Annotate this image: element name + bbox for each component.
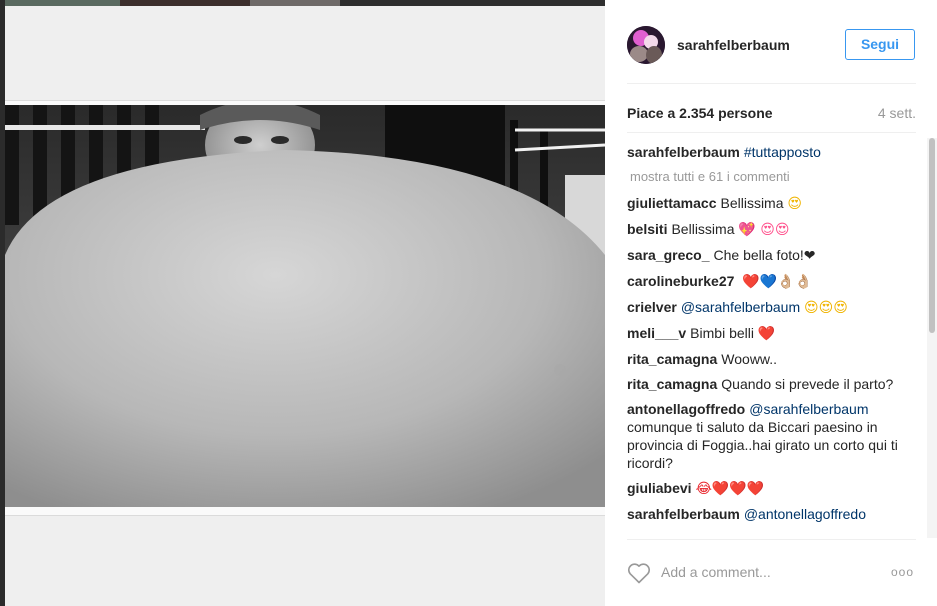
comment-username[interactable]: giuliabevi	[627, 480, 692, 496]
scrollbar-thumb[interactable]	[929, 138, 935, 333]
avatar[interactable]	[627, 26, 665, 64]
divider	[627, 132, 916, 133]
post-timestamp[interactable]: 4 sett.	[878, 105, 916, 121]
comment-username[interactable]: meli___v	[627, 325, 686, 341]
comment-emoji: 💖 😍😍	[738, 222, 790, 238]
more-options-icon[interactable]: ooo	[891, 565, 917, 579]
comment-item: rita_camagna Wooww..	[627, 350, 917, 368]
comment-item: giuliettamacc Bellissima 😍	[627, 194, 917, 213]
comment-text: Che bella foto!❤	[713, 247, 816, 263]
comment-username[interactable]: carolineburke27	[627, 273, 734, 289]
comment-input[interactable]	[661, 560, 861, 584]
comment-item: carolineburke27 ❤️💙👌🏼👌🏼	[627, 272, 917, 291]
caption: sarahfelberbaum #tuttapposto	[627, 143, 917, 161]
heart-icon[interactable]	[627, 562, 651, 584]
comment-username[interactable]: giuliettamacc	[627, 195, 716, 211]
photo-pane	[0, 0, 605, 606]
load-more-comments[interactable]: mostra tutti e 61 i commenti	[630, 168, 917, 186]
comment-emoji: 😍	[787, 196, 802, 212]
comment-username[interactable]: belsiti	[627, 221, 667, 237]
comment-text: Wooww..	[721, 351, 778, 367]
comment-bar: ooo	[605, 540, 937, 606]
comment-text: Bellissima	[720, 195, 784, 211]
photo-frame	[5, 100, 605, 516]
comment-item: sarahfelberbaum @antonellagoffredo	[627, 505, 917, 523]
comment-mention[interactable]: @sarahfelberbaum	[749, 401, 868, 417]
hashtag-link[interactable]: #tuttapposto	[744, 144, 821, 160]
comment-emoji: 😂❤️❤️❤️	[695, 481, 765, 497]
post-details: sarahfelberbaum Segui Piace a 2.354 pers…	[605, 0, 937, 606]
background-strip	[0, 0, 605, 6]
comments-scrollbar[interactable]	[927, 138, 937, 538]
follow-button[interactable]: Segui	[845, 29, 915, 60]
comment-username[interactable]: rita_camagna	[627, 351, 717, 367]
comment-item: crielver @sarahfelberbaum 😍😍😍	[627, 298, 917, 317]
comment-username[interactable]: sarahfelberbaum	[627, 506, 740, 522]
post-photo[interactable]	[5, 105, 605, 507]
likes-row: Piace a 2.354 persone 4 sett.	[627, 105, 916, 121]
comment-emoji: ❤️💙👌🏼👌🏼	[742, 274, 813, 290]
comment-mention[interactable]: @antonellagoffredo	[744, 506, 866, 522]
comment-username[interactable]: rita_camagna	[627, 376, 717, 392]
comment-emoji: ❤️	[757, 326, 776, 342]
comment-text: Bimbi belli	[690, 325, 754, 341]
comment-username[interactable]: antonellagoffredo	[627, 401, 745, 417]
comment-item: giuliabevi 😂❤️❤️❤️	[627, 479, 917, 498]
comment-item: rita_camagna Quando si prevede il parto?	[627, 375, 917, 393]
post-header: sarahfelberbaum Segui	[605, 0, 937, 84]
comment-username[interactable]: crielver	[627, 299, 677, 315]
comment-emoji: 😍😍😍	[804, 300, 848, 316]
comment-item: antonellagoffredo @sarahfelberbaum comunq…	[627, 400, 917, 472]
comment-username[interactable]: sara_greco_	[627, 247, 710, 263]
comment-item: belsiti Bellissima 💖 😍😍	[627, 220, 917, 239]
comment-text: comunque ti saluto da Biccari paesino in…	[627, 419, 898, 471]
comments-list: sarahfelberbaum #tuttapposto mostra tutti…	[627, 143, 917, 536]
comment-item: sara_greco_ Che bella foto!❤	[627, 246, 917, 265]
comment-item: meli___v Bimbi belli ❤️	[627, 324, 917, 343]
comment-text: Bellissima	[671, 221, 735, 237]
author-username[interactable]: sarahfelberbaum	[677, 37, 790, 53]
comment-mention[interactable]: @sarahfelberbaum	[681, 299, 800, 315]
avatar-image	[627, 26, 665, 64]
likes-count[interactable]: Piace a 2.354 persone	[627, 105, 773, 121]
comment-text: Quando si prevede il parto?	[721, 376, 894, 392]
divider	[627, 83, 916, 84]
comment-username[interactable]: sarahfelberbaum	[627, 144, 740, 160]
